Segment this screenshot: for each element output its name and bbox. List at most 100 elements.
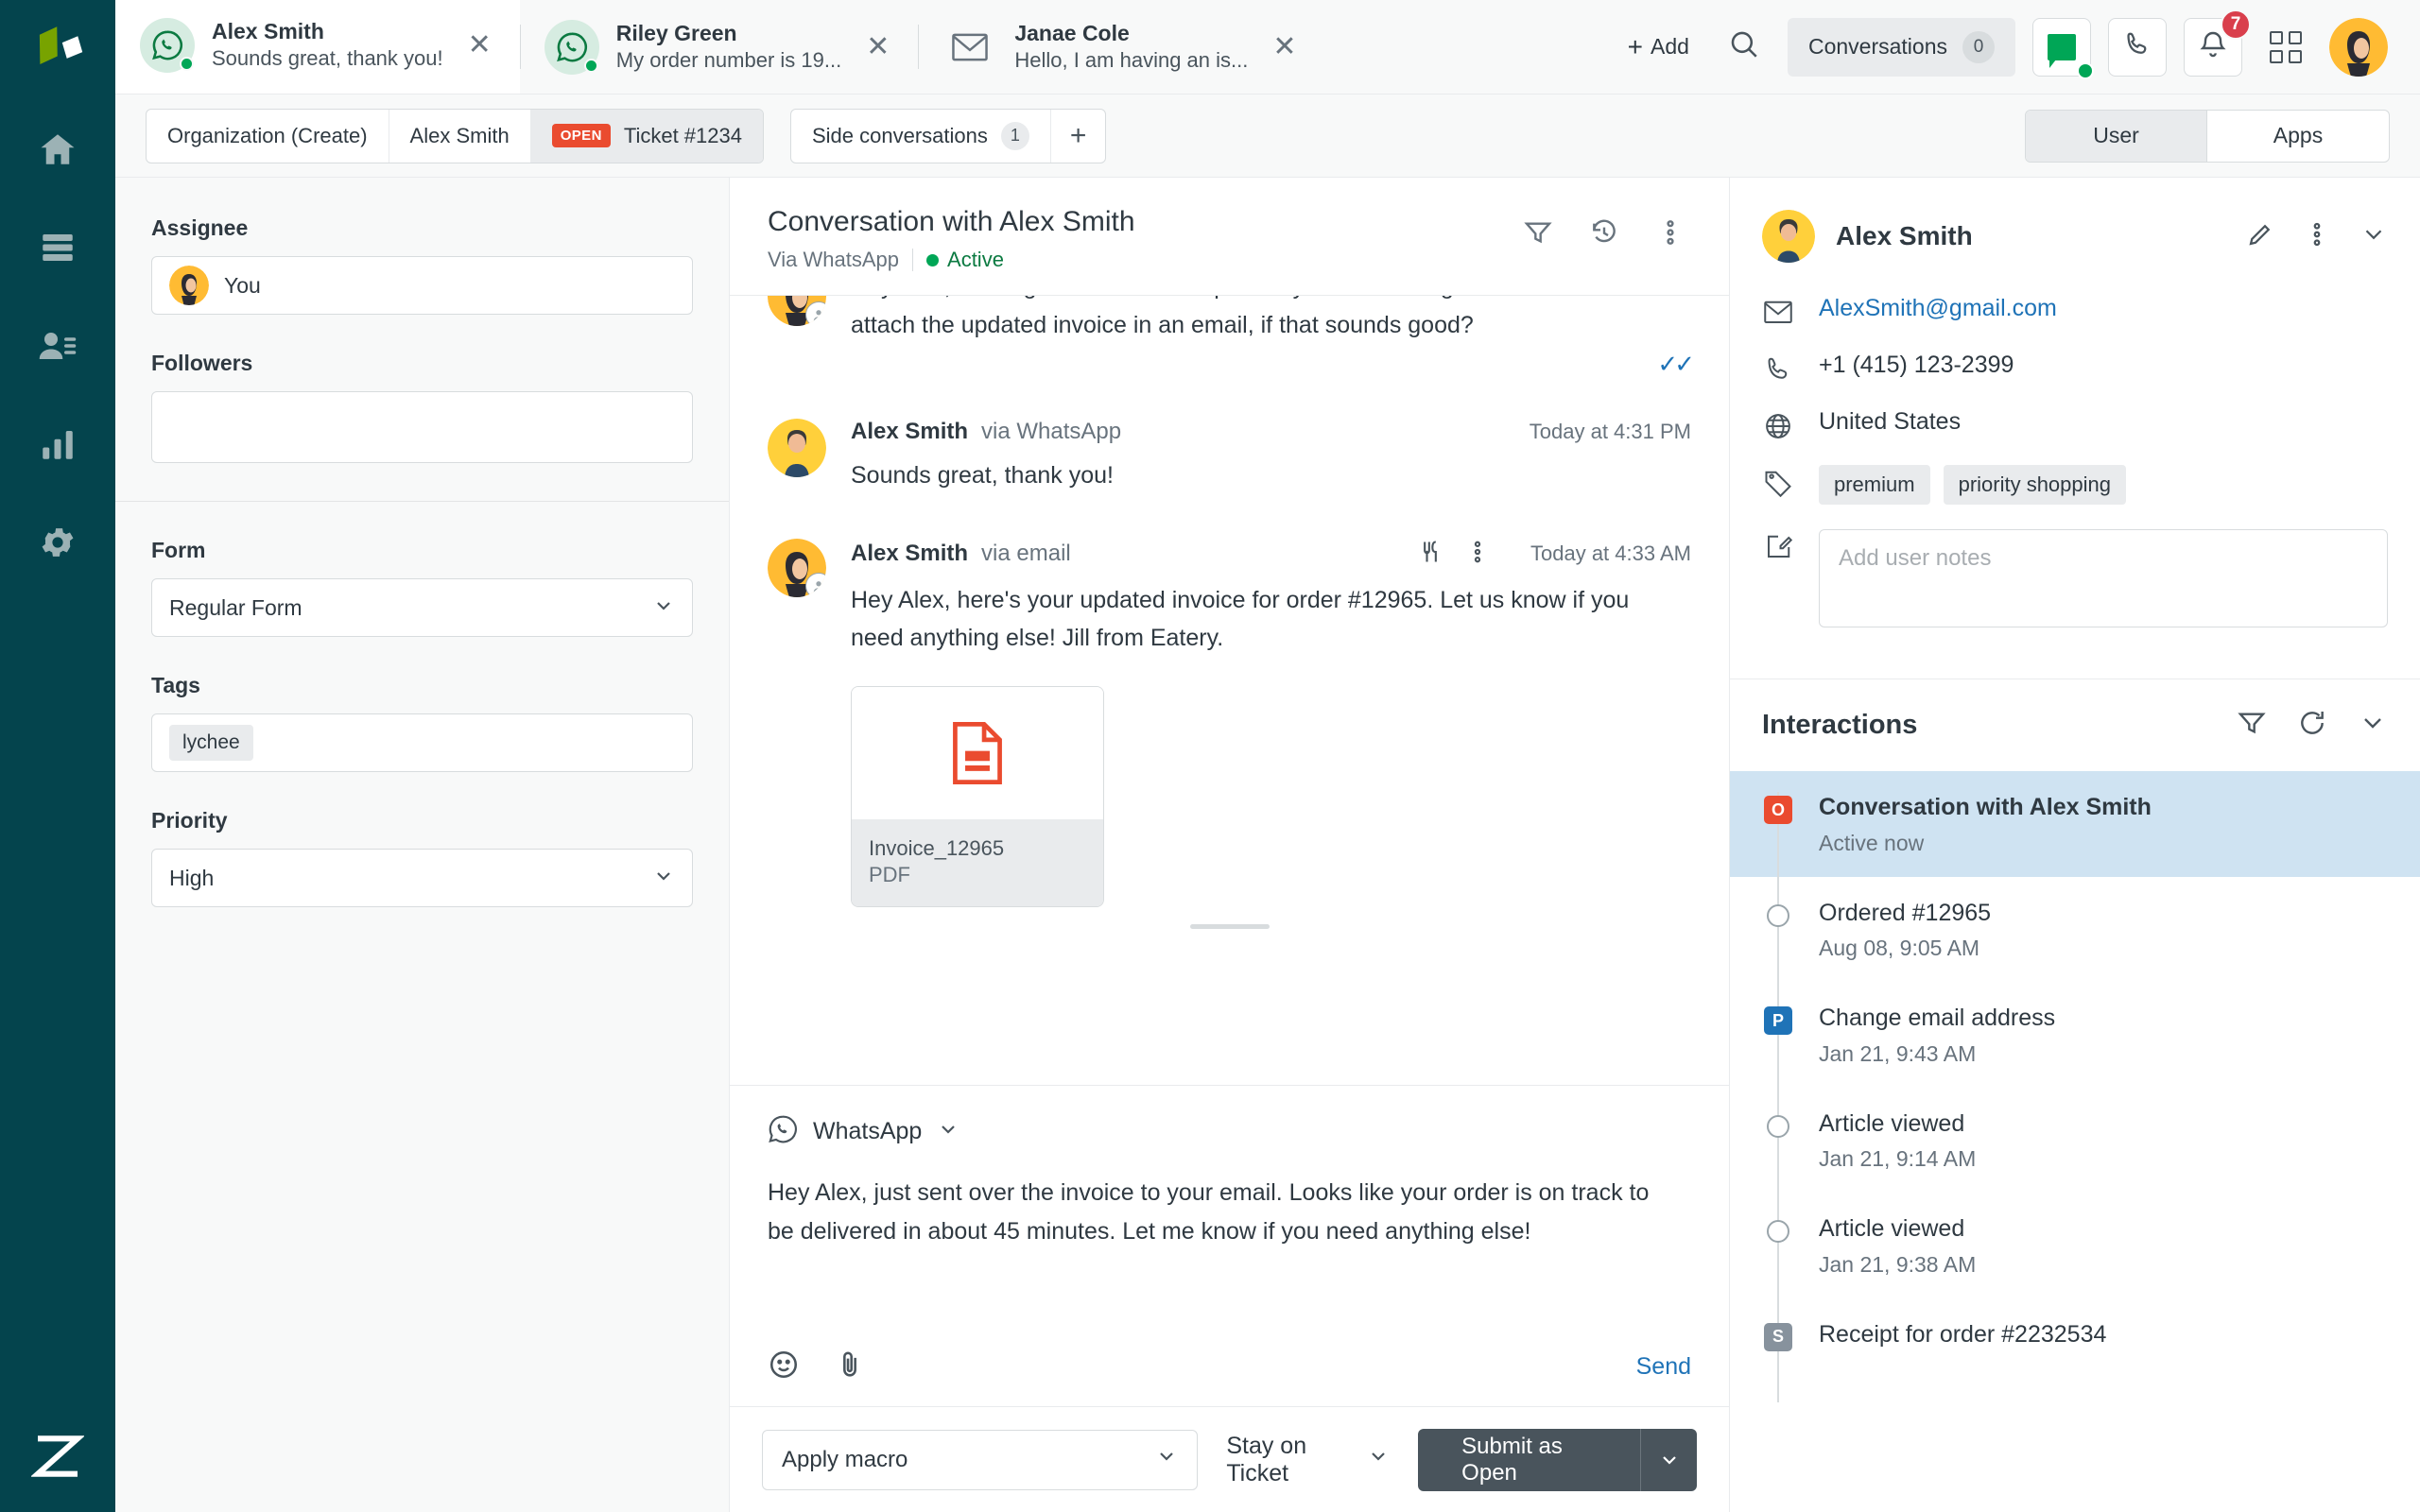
top-tab-bar: Alex Smith Sounds great, thank you! ✕ Ri… — [115, 0, 2420, 94]
pencil-icon[interactable] — [2246, 220, 2274, 253]
history-icon[interactable] — [1583, 212, 1625, 253]
followers-field[interactable] — [151, 391, 693, 463]
user-header: Alex Smith — [1730, 178, 2420, 263]
filter-icon[interactable] — [2237, 708, 2267, 743]
channel-badge-icon: O — [1764, 796, 1792, 824]
interactions-actions — [2237, 708, 2388, 743]
timeline-marker: P — [1762, 1003, 1794, 1112]
interactions-header: Interactions — [1730, 679, 2420, 771]
close-icon[interactable]: ✕ — [460, 27, 499, 63]
timeline-item-change-email[interactable]: P Change email address Jan 21, 9:43 AM — [1730, 982, 2420, 1112]
tab-user[interactable]: User — [2026, 110, 2207, 162]
timeline-title: Receipt for order #2232534 — [1819, 1320, 2107, 1348]
close-icon[interactable]: ✕ — [858, 29, 897, 65]
message-thread[interactable]: Hey Alex, we've gone ahead and updated y… — [730, 296, 1729, 1085]
breadcrumb-ticket[interactable]: OPEN Ticket #1234 — [530, 109, 763, 163]
conversation-tab-riley-green[interactable]: Riley Green My order number is 19... ✕ — [519, 0, 919, 94]
message-body: Sounds great, thank you! — [851, 462, 1114, 489]
paperclip-icon[interactable] — [834, 1349, 866, 1385]
timeline-title: Article viewed — [1819, 1109, 1965, 1137]
timeline-title: Article viewed — [1819, 1215, 1965, 1242]
stay-on-ticket-select[interactable]: Stay on Ticket — [1226, 1433, 1390, 1487]
tab-snippet: Hello, I am having an is... — [1014, 47, 1249, 72]
side-conversations-group: Side conversations 1 + — [789, 108, 1107, 163]
attachment-card[interactable]: Invoice_12965 PDF — [851, 685, 1104, 908]
timeline-item-receipt[interactable]: S Receipt for order #2232534 — [1730, 1298, 2420, 1402]
form-label: Form — [151, 538, 206, 562]
timeline-item-conversation[interactable]: O Conversation with Alex Smith Active no… — [1730, 771, 2420, 902]
conversation-via: Via WhatsApp — [768, 248, 900, 271]
side-conversations-tab[interactable]: Side conversations 1 — [791, 109, 1051, 163]
assignee-field[interactable]: You — [151, 256, 693, 315]
filter-icon[interactable] — [1517, 212, 1559, 253]
side-conversations-label: Side conversations — [811, 123, 988, 147]
tab-apps[interactable]: Apps — [2207, 111, 2389, 162]
user-phone: +1 (415) 123-2399 — [1819, 352, 2014, 378]
chat-status-button[interactable] — [2032, 17, 2094, 79]
chevron-down-icon[interactable] — [2360, 220, 2388, 253]
sidebar-item-home[interactable] — [20, 113, 95, 189]
cutlery-icon[interactable] — [1417, 539, 1443, 570]
sidebar-item-settings[interactable] — [20, 507, 95, 582]
emoji-icon[interactable] — [768, 1349, 800, 1385]
timeline-subtitle: Aug 08, 9:05 AM — [1819, 936, 1980, 960]
chevron-down-icon — [1155, 1445, 1178, 1474]
avatar[interactable] — [2329, 17, 2388, 77]
sidebar-item-views[interactable] — [20, 212, 95, 287]
apps-grid-button[interactable] — [2259, 21, 2312, 74]
add-button[interactable]: + Add — [1616, 23, 1701, 72]
submit-as-open-button[interactable]: Submit as Open — [1418, 1428, 1641, 1491]
priority-select[interactable]: High — [151, 849, 693, 907]
priority-value: High — [169, 865, 215, 890]
resize-handle[interactable] — [1189, 924, 1270, 930]
tag-icon — [1762, 465, 1794, 497]
submit-options-button[interactable] — [1640, 1428, 1697, 1491]
timeline-item-ordered[interactable]: Ordered #12965 Aug 08, 9:05 AM — [1730, 877, 2420, 1006]
user-apps-toggle: User Apps — [2025, 109, 2390, 163]
sidebar-item-customers[interactable] — [20, 310, 95, 386]
timeline-item-article-viewed-1[interactable]: Article viewed Jan 21, 9:14 AM — [1730, 1088, 2420, 1217]
phone-button[interactable] — [2108, 17, 2167, 77]
more-vertical-icon[interactable] — [2303, 220, 2331, 253]
breadcrumb: Organization (Create) Alex Smith OPEN Ti… — [146, 108, 764, 163]
conversations-pill[interactable]: Conversations 0 — [1787, 17, 2015, 77]
channel-selector[interactable]: WhatsApp — [768, 1114, 1691, 1149]
user-notes-input[interactable]: Add user notes — [1819, 529, 2388, 627]
user-tags-row: premium priority shopping — [1762, 465, 2388, 505]
agent-badge-icon — [805, 301, 826, 326]
whatsapp-avatar — [544, 19, 599, 75]
breadcrumb-alex-smith[interactable]: Alex Smith — [389, 109, 531, 163]
sidebar-item-reporting[interactable] — [20, 408, 95, 484]
message-actions — [1417, 539, 1491, 570]
more-vertical-icon[interactable] — [1464, 539, 1491, 570]
send-button[interactable]: Send — [1636, 1353, 1691, 1381]
close-icon[interactable]: ✕ — [1265, 29, 1304, 65]
timeline-item-article-viewed-2[interactable]: Article viewed Jan 21, 9:38 AM — [1730, 1193, 2420, 1323]
search-button[interactable] — [1718, 21, 1771, 74]
tags-field[interactable]: lychee — [151, 713, 693, 772]
status-badge: premium — [1819, 465, 1930, 505]
conversation-tab-janae-cole[interactable]: Janae Cole Hello, I am having an is... ✕ — [918, 0, 1324, 94]
message-body: Hey Alex, here's your updated invoice fo… — [851, 586, 1630, 652]
timeline-title: Ordered #12965 — [1819, 899, 1992, 926]
timeline-marker: S — [1762, 1318, 1794, 1402]
chat-status-icon — [2048, 33, 2076, 68]
zendesk-logo-icon[interactable] — [28, 21, 87, 79]
form-select[interactable]: Regular Form — [151, 578, 693, 637]
chevron-down-icon[interactable] — [2358, 708, 2388, 743]
user-email[interactable]: AlexSmith@gmail.com — [1819, 295, 2057, 322]
more-vertical-icon[interactable] — [1650, 212, 1691, 253]
avatar — [768, 419, 826, 477]
conversation-tab-alex-smith[interactable]: Alex Smith Sounds great, thank you! ✕ — [115, 0, 520, 94]
breadcrumb-organization[interactable]: Organization (Create) — [147, 109, 389, 163]
chevron-down-icon — [652, 865, 675, 892]
refresh-icon[interactable] — [2297, 708, 2327, 743]
chevron-down-icon — [652, 594, 675, 622]
breadcrumb-label: Ticket #1234 — [623, 123, 742, 147]
breadcrumb-bar: Organization (Create) Alex Smith OPEN Ti… — [115, 94, 2420, 178]
timeline-dot-icon — [1767, 903, 1789, 927]
reply-textarea[interactable]: Hey Alex, just sent over the invoice to … — [768, 1174, 1656, 1349]
notifications-button[interactable]: 7 — [2184, 9, 2251, 77]
add-tab-button[interactable]: + — [1051, 110, 1106, 163]
apply-macro-select[interactable]: Apply macro — [762, 1429, 1199, 1490]
